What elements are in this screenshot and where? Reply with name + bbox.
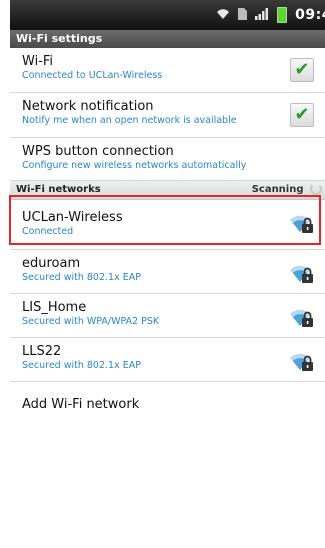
wifi-lock-icon — [290, 353, 313, 371]
network-item-eduroam[interactable]: eduroam Secured with 802.1x EAP — [10, 250, 325, 294]
network-item-uclan-wireless[interactable]: UCLan-Wireless Connected — [10, 200, 325, 250]
spinner-icon — [310, 183, 322, 195]
wifi-checkbox[interactable]: ✔ — [290, 58, 314, 82]
scanning-label: Scanning — [251, 184, 304, 195]
network-name: LLS22 — [22, 344, 62, 359]
clock: 09:4 — [295, 7, 325, 23]
add-wifi-network-button[interactable]: Add Wi-Fi network — [10, 382, 325, 428]
wps-subtitle: Configure new wireless networks automati… — [22, 160, 247, 171]
signal-icon — [255, 7, 269, 23]
network-notification-row[interactable]: Network notification Notify me when an o… — [10, 93, 325, 138]
network-notification-checkbox[interactable]: ✔ — [290, 103, 314, 127]
network-item-lls22[interactable]: LLS22 Secured with 802.1x EAP — [10, 338, 325, 382]
scanning-status: Scanning — [252, 181, 322, 199]
sim-icon — [238, 7, 248, 23]
network-status: Secured with 802.1x EAP — [22, 360, 141, 371]
network-name: UCLan-Wireless — [22, 210, 123, 225]
page-title: Wi-Fi settings — [10, 30, 325, 48]
wifi-toggle-title: Wi-Fi — [22, 54, 54, 69]
wifi-networks-header: Wi-Fi networks Scanning — [10, 181, 325, 200]
network-notification-subtitle: Notify me when an open network is availa… — [22, 115, 237, 126]
wifi-lock-icon — [290, 215, 313, 233]
network-status: Connected — [22, 226, 74, 237]
network-notification-title: Network notification — [22, 99, 154, 114]
wifi-networks-label: Wi-Fi networks — [16, 184, 101, 195]
network-item-lis-home[interactable]: LIS_Home Secured with WPA/WPA2 PSK — [10, 294, 325, 338]
wifi-toggle-subtitle: Connected to UCLan-Wireless — [22, 70, 163, 81]
network-name: eduroam — [22, 256, 81, 271]
wps-title: WPS button connection — [22, 144, 174, 159]
wifi-status-icon — [216, 8, 230, 23]
network-status: Secured with 802.1x EAP — [22, 272, 141, 283]
phone-screen: 09:4 Wi-Fi settings Wi-Fi Connected to U… — [10, 0, 325, 548]
wps-button-connection-row[interactable]: WPS button connection Configure new wire… — [10, 138, 325, 181]
wifi-lock-icon — [290, 265, 313, 283]
status-icons: 09:4 — [216, 7, 325, 23]
network-status: Secured with WPA/WPA2 PSK — [22, 316, 160, 327]
network-name: LIS_Home — [22, 300, 87, 315]
battery-icon — [277, 7, 288, 23]
status-bar: 09:4 — [10, 0, 325, 30]
wifi-lock-icon — [290, 309, 313, 327]
wifi-toggle-row[interactable]: Wi-Fi Connected to UCLan-Wireless ✔ — [10, 48, 325, 93]
